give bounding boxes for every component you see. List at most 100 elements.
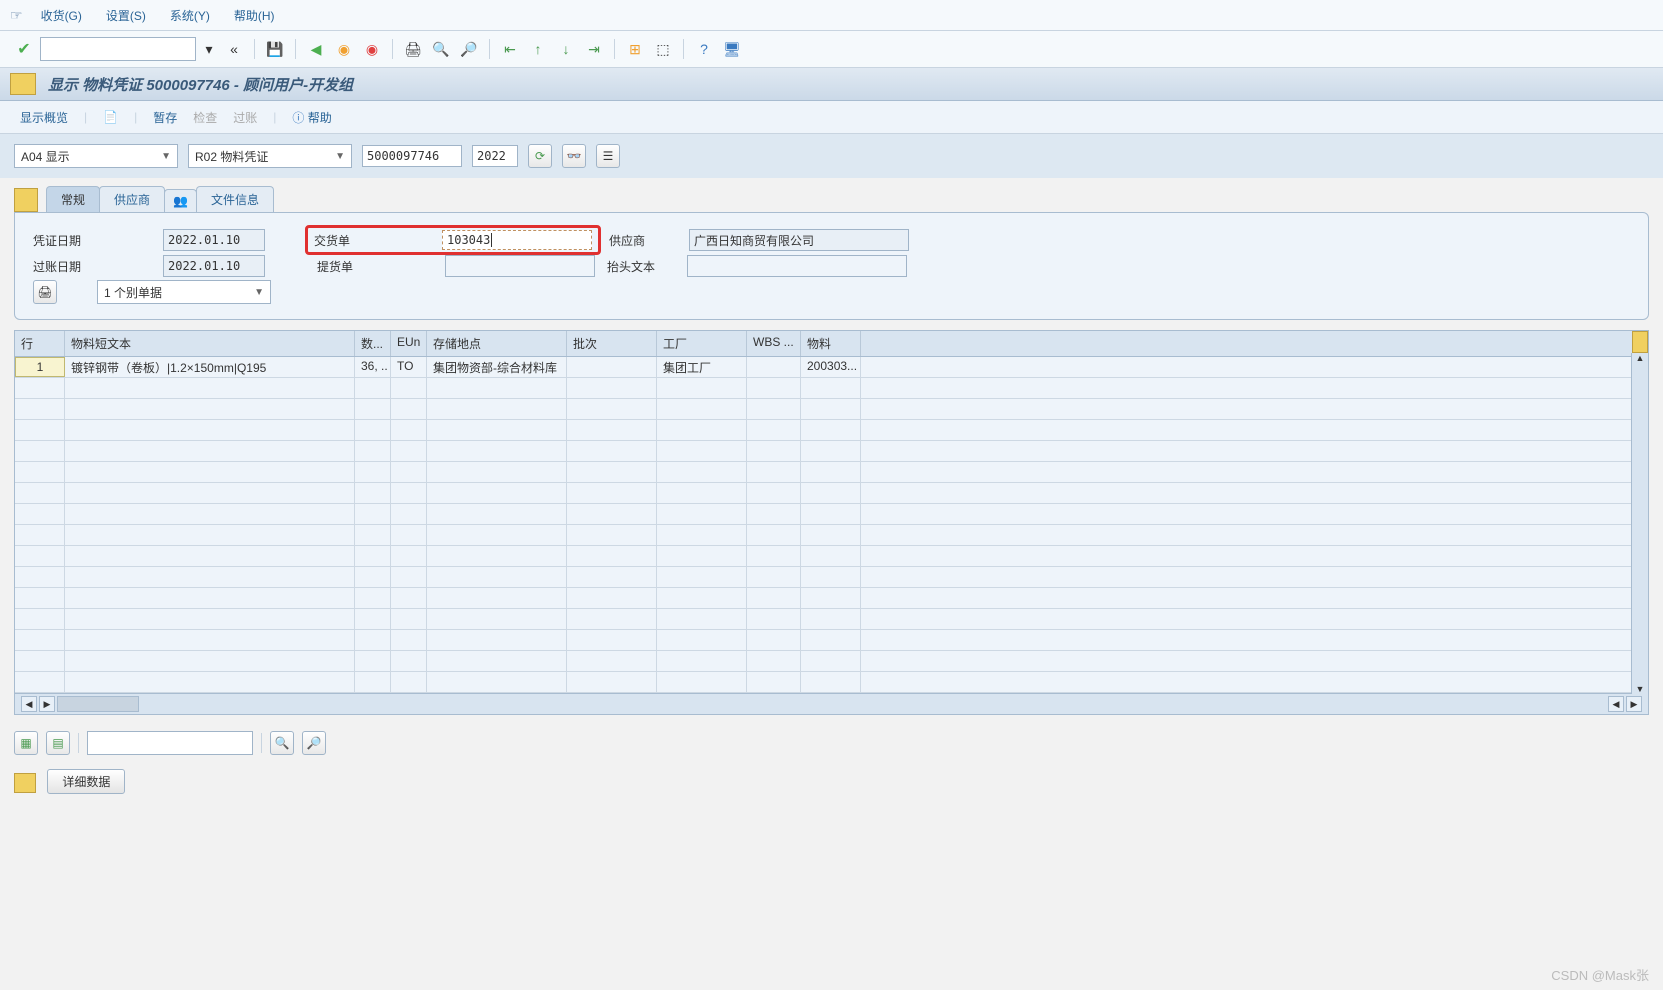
find-item-icon[interactable]: 🔍 [270,731,294,755]
vscrollbar[interactable]: ▲▼ [1631,353,1648,694]
last-page-icon[interactable]: ⇥ [582,37,606,61]
billoflading-field[interactable] [445,255,595,277]
vendor-label: 供应商 [609,232,689,249]
check-button: 检查 [193,109,217,126]
find-next-item-icon[interactable]: 🔎 [302,731,326,755]
cell-sloc: 集团物资部-综合材料库 [427,357,567,377]
grid-header: 行 物料短文本 数... EUn 存储地点 批次 工厂 WBS ... 物料 [15,331,1648,357]
header-panel: 凭证日期 2022.01.10 交货单 103043 供应商 广西日知商贸有限公… [14,212,1649,320]
new-session-icon[interactable]: ⊞ [623,37,647,61]
year-field[interactable]: 2022 [472,145,518,167]
exit-icon[interactable]: ◉ [332,37,356,61]
watermark: CSDN @Mask张 [1551,965,1649,984]
tab-vendor[interactable]: 供应商 [99,186,165,212]
menu-arrow-icon[interactable]: ☞ [10,7,23,24]
select-all-icon[interactable]: ▦ [14,731,38,755]
new-doc-icon[interactable]: 📄 [103,110,118,124]
col-shorttext[interactable]: 物料短文本 [65,331,355,356]
scroll-left2-icon[interactable]: ◀ [1608,696,1624,712]
help-icon[interactable]: ? [692,37,716,61]
show-overview[interactable]: 显示概览 [20,109,68,126]
prev-page-icon[interactable]: ↑ [526,37,550,61]
save-icon[interactable]: 💾 [263,37,287,61]
history-back-icon[interactable]: « [222,37,246,61]
find-icon[interactable]: 🔍 [429,37,453,61]
title-bar: 显示 物料凭证 5000097746 - 顾问用户-开发组 [0,68,1663,101]
detail-section: 详细数据 [14,769,1649,794]
billoflading-label: 提货单 [317,258,445,275]
find-next-icon[interactable]: 🔎 [457,37,481,61]
cancel-icon[interactable]: ◉ [360,37,384,61]
vendor-field: 广西日知商贸有限公司 [689,229,909,251]
delivnote-field[interactable]: 103043 [442,230,592,250]
shortcut-icon[interactable]: ⬚ [651,37,675,61]
execute-icon[interactable]: ⟳ [528,144,552,168]
grid-config-icon[interactable] [1632,331,1648,353]
col-plant[interactable]: 工厂 [657,331,747,356]
detail-expand-icon[interactable] [14,773,36,793]
print-option-dropdown[interactable]: 1 个别单据▼ [97,280,271,304]
deselect-all-icon[interactable]: ▤ [46,731,70,755]
menu-system[interactable]: 系统(Y) [160,3,220,28]
tab-docinfo[interactable]: 文件信息 [196,186,274,212]
table-row[interactable]: 1 镀锌钢带（卷板）|1.2×150mm|Q195 36, .. TO 集团物资… [15,357,1648,378]
delivnote-label: 交货单 [314,232,434,249]
overview-icon[interactable]: 👓 [562,144,586,168]
col-row[interactable]: 行 [15,331,65,356]
col-eun[interactable]: EUn [391,331,427,356]
scroll-down-icon[interactable]: ▼ [1636,684,1645,694]
cell-material: 200303... [801,357,861,377]
menu-help[interactable]: 帮助(H) [224,3,285,28]
next-page-icon[interactable]: ↓ [554,37,578,61]
table-row-empty [15,483,1648,504]
docdate-label: 凭证日期 [33,232,163,249]
col-sloc[interactable]: 存储地点 [427,331,567,356]
table-row-empty [15,504,1648,525]
layout-icon[interactable]: 🖥 [720,37,744,61]
back-icon[interactable]: ◀ [304,37,328,61]
menu-receive[interactable]: 收货(G) [31,3,92,28]
scroll-right2-icon[interactable]: ▶ [1626,696,1642,712]
hscroll-track[interactable] [57,696,139,712]
headertext-label: 抬头文本 [607,258,687,275]
tab-general[interactable]: 常规 [46,186,100,212]
ok-icon[interactable]: ✔ [12,37,36,61]
dropdown-icon[interactable]: ▾ [200,37,218,61]
table-row-empty [15,399,1648,420]
col-material[interactable]: 物料 [801,331,861,356]
scroll-left-icon[interactable]: ◀ [21,696,37,712]
command-field[interactable] [40,37,196,61]
cell-eun: TO [391,357,427,377]
action-dropdown[interactable]: A04 显示▼ [14,144,178,168]
table-row-empty [15,672,1648,693]
bottom-bar: ▦ ▤ 🔍 🔎 [0,723,1663,763]
tab-partner[interactable]: 👥 [164,189,197,212]
cell-rownum[interactable]: 1 [15,357,65,377]
table-row-empty [15,378,1648,399]
cell-plant: 集团工厂 [657,357,747,377]
scroll-up-icon[interactable]: ▲ [1636,353,1645,363]
filter-input[interactable] [87,731,253,755]
doc-number-field[interactable]: 5000097746 [362,145,462,167]
table-row-empty [15,651,1648,672]
print-icon[interactable]: 🖨 [401,37,425,61]
menu-bar: ☞ 收货(G) 设置(S) 系统(Y) 帮助(H) [0,0,1663,31]
col-batch[interactable]: 批次 [567,331,657,356]
print-toggle-icon[interactable]: 🖨 [33,280,57,304]
hold-button[interactable]: 暂存 [153,109,177,126]
list-icon[interactable]: ☰ [596,144,620,168]
help-button[interactable]: ⓘ 帮助 [292,109,331,126]
docdate-field[interactable]: 2022.01.10 [163,229,265,251]
postdate-field[interactable]: 2022.01.10 [163,255,265,277]
menu-settings[interactable]: 设置(S) [96,3,156,28]
collapse-icon[interactable] [14,188,38,212]
detail-button[interactable]: 详细数据 [47,769,125,794]
first-page-icon[interactable]: ⇤ [498,37,522,61]
action-bar: 显示概览 | 📄 | 暂存 检查 过账 | ⓘ 帮助 [0,101,1663,134]
reference-dropdown[interactable]: R02 物料凭证▼ [188,144,352,168]
col-wbs[interactable]: WBS ... [747,331,801,356]
headertext-field[interactable] [687,255,907,277]
col-qty[interactable]: 数... [355,331,391,356]
scroll-right-icon[interactable]: ▶ [39,696,55,712]
table-row-empty [15,441,1648,462]
